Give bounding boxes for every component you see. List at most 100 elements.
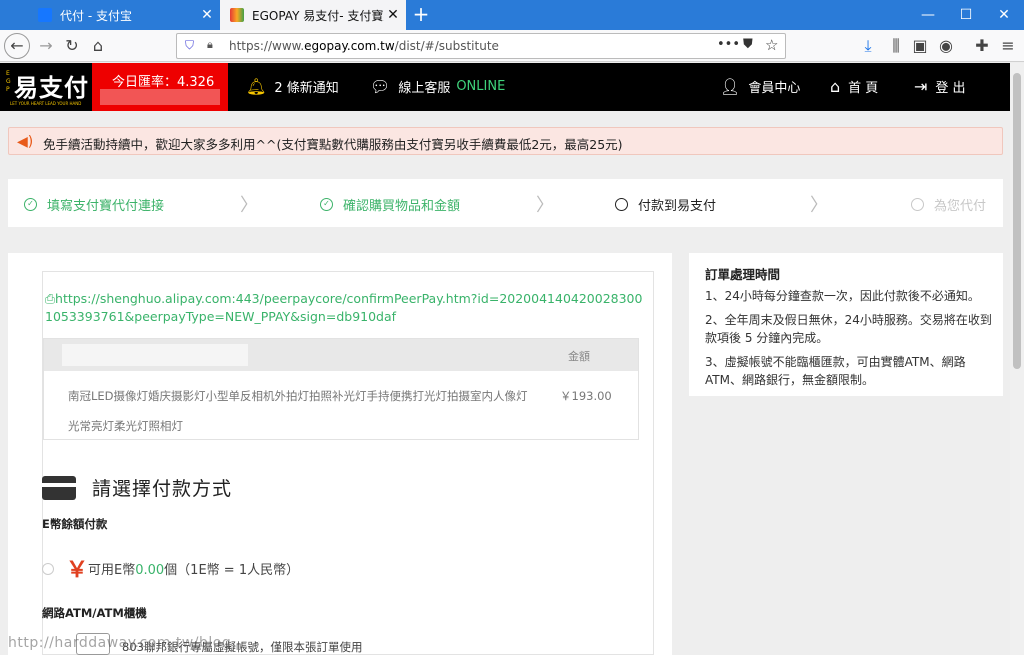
watermark: http://harddaway.com.tw/blog [8, 635, 232, 651]
order-card: ⎙https://shenghuo.alipay.com:443/peerpay… [8, 253, 672, 655]
ecoin-title: E幣餘額付款 [42, 517, 108, 531]
notifications-label: 2 條新通知 [274, 81, 339, 96]
tab-title: 代付 - 支付宝 [60, 8, 132, 23]
customer-service-label: 線上客服 [398, 81, 451, 96]
list-item: 3、虛擬帳號不能臨櫃匯款，可由實體ATM、網路ATM、網路銀行，無金額限制。 [705, 355, 966, 387]
promo-notice: ◀︎) 免手續活動持續中，歡迎大家多多利用^^(支付寶點數代購服務由支付寶另收手… [8, 127, 1003, 155]
logo-text: 易支付 [14, 74, 89, 102]
new-tab-icon[interactable]: + [410, 3, 432, 25]
star-icon[interactable]: ☆ [765, 36, 778, 54]
product-price: ￥193.00 [560, 389, 612, 403]
maximize-icon[interactable]: ☐ [956, 5, 976, 25]
close-tab-icon[interactable]: ✕ [384, 7, 402, 23]
chevron-right-icon: 〉 [240, 195, 258, 216]
processing-time-card: 訂單處理時間 1、24小時每分鐘查款一次，因此付款後不必通知。 2、全年周末及假… [689, 253, 1003, 396]
check-circle-icon: ✓ [320, 198, 333, 211]
reload-icon[interactable]: ↻ [60, 34, 84, 58]
chevron-right-icon: 〉 [536, 195, 554, 216]
browser-title-bar: 代付 - 支付宝 ✕ EGOPAY 易支付- 支付寶點數代 ✕ + — ☐ ✕ [0, 0, 1024, 30]
pocket-icon[interactable]: ⛊ [743, 37, 753, 52]
download-icon[interactable]: ⤓ [856, 34, 880, 58]
tab-alipay[interactable]: 代付 - 支付宝 ✕ [28, 0, 220, 30]
step-label: 為您代付 [934, 199, 987, 214]
link-icon: ⎙ [45, 291, 56, 306]
close-tab-icon[interactable]: ✕ [198, 7, 216, 23]
home-nav-button[interactable]: ⌂ 首 頁 [830, 77, 878, 96]
list-item: 2、全年周末及假日無休，24小時服務。交易將在收到款項後 5 分鐘內完成。 [705, 313, 992, 345]
url-text: https://www.egopay.com.tw/dist/#/substit… [229, 39, 499, 53]
home-icon[interactable]: ⌂ [86, 34, 110, 58]
user-icon: 👤︎ [720, 77, 741, 96]
home-label: 首 頁 [848, 81, 879, 96]
browser-nav-bar: ← → ↻ ⌂ ⛉ 🔒︎ https://www.egopay.com.tw/d… [0, 30, 1024, 62]
egopay-favicon-icon [230, 8, 244, 22]
step-label: 付款到易支付 [638, 199, 717, 214]
amount-header: 金額 [568, 350, 590, 363]
check-circle-icon: ✓ [24, 198, 37, 211]
egopay-logo[interactable]: EGP 易支付 LET YOUR HEART LEAD YOUR HAND [6, 68, 92, 108]
exchange-rate-label: 今日匯率：4.326 [112, 75, 215, 90]
product-table: 金額 南冠LED摄像灯婚庆摄影灯小型单反相机外拍灯拍照补光灯手持便携打光灯拍摄室… [43, 338, 639, 440]
ecoin-balance: 可用E幣0.00個（1E幣 = 1人民幣） [88, 563, 300, 578]
menu-icon[interactable]: ≡ [996, 34, 1020, 58]
yen-icon: ￥ [66, 558, 89, 583]
scrollbar-thumb[interactable] [1013, 73, 1021, 369]
customer-service-button[interactable]: 💬︎ 線上客服 ONLINE [370, 77, 505, 96]
processing-time-list: 1、24小時每分鐘查款一次，因此付款後不必通知。 2、全年周末及假日無休，24小… [705, 287, 993, 395]
order-detail-box: ⎙https://shenghuo.alipay.com:443/peerpay… [42, 271, 654, 655]
progress-steps: ✓ 填寫支付寶代付連接 〉 ✓ 確認購買物品和金額 〉 付款到易支付 〉 為您代… [8, 179, 1003, 227]
tab-title: EGOPAY 易支付- 支付寶點數代 [252, 8, 384, 23]
bell-icon: 🔔︎ [246, 77, 267, 96]
logout-label: 登 出 [935, 81, 966, 96]
alipay-favicon-icon [38, 8, 52, 22]
account-icon[interactable]: ◉ [934, 34, 958, 58]
logout-button[interactable]: ⇥ 登 出 [914, 77, 966, 96]
shield-icon[interactable]: ⛉ [185, 38, 194, 53]
member-center-label: 會員中心 [748, 81, 801, 96]
extensions-icon[interactable]: ✚ [970, 34, 994, 58]
redacted-area [100, 89, 220, 105]
step-label: 確認購買物品和金額 [343, 199, 461, 214]
list-item: 1、24小時每分鐘查款一次，因此付款後不必通知。 [705, 289, 980, 303]
minimize-icon[interactable]: — [918, 5, 938, 25]
more-icon[interactable]: ••• [717, 37, 740, 52]
redacted-area [62, 344, 248, 366]
step-3: 付款到易支付 [615, 195, 716, 214]
lock-icon[interactable]: 🔒︎ [207, 38, 213, 52]
window-close-icon[interactable]: ✕ [994, 5, 1014, 25]
library-icon[interactable]: ⫼ [884, 34, 908, 58]
ecoin-radio[interactable] [42, 563, 54, 575]
speaker-icon: ◀︎) [17, 134, 34, 150]
forward-icon[interactable]: → [34, 34, 58, 58]
house-icon: ⌂ [830, 77, 841, 96]
step-4: 為您代付 [911, 195, 986, 214]
notice-text: 免手續活動持續中，歡迎大家多多利用^^(支付寶點數代購服務由支付寶另收手續費最低… [43, 137, 623, 152]
tab-egopay[interactable]: EGOPAY 易支付- 支付寶點數代 ✕ [220, 0, 406, 30]
circle-icon [911, 198, 924, 211]
alipay-link-text: https://shenghuo.alipay.com:443/peerpayc… [45, 291, 643, 324]
exchange-rate-panel: 今日匯率：4.326 [92, 63, 228, 111]
site-header: EGP 易支付 LET YOUR HEART LEAD YOUR HAND 今日… [0, 63, 1010, 111]
step-label: 填寫支付寶代付連接 [47, 199, 165, 214]
table-header: 金額 [44, 339, 638, 371]
credit-card-icon [42, 476, 76, 500]
member-center-button[interactable]: 👤︎ 會員中心 [720, 77, 800, 96]
sidebar-icon[interactable]: ▣ [908, 34, 932, 58]
logout-icon: ⇥ [914, 77, 928, 96]
online-status: ONLINE [456, 79, 506, 94]
notifications-button[interactable]: 🔔︎ 2 條新通知 [246, 77, 339, 96]
back-icon[interactable]: ← [4, 33, 30, 59]
chevron-right-icon: 〉 [810, 195, 828, 216]
product-name: 南冠LED摄像灯婚庆摄影灯小型单反相机外拍灯拍照补光灯手持便携打光灯拍摄室内人像… [68, 389, 528, 433]
alipay-link[interactable]: ⎙https://shenghuo.alipay.com:443/peerpay… [45, 290, 645, 326]
chat-icon: 💬︎ [370, 77, 391, 96]
payment-title: 請選擇付款方式 [92, 478, 233, 500]
circle-icon [615, 198, 628, 211]
address-bar[interactable]: ⛉ 🔒︎ https://www.egopay.com.tw/dist/#/su… [176, 33, 786, 59]
step-1: ✓ 填寫支付寶代付連接 [24, 195, 164, 214]
logo-tagline: LET YOUR HEART LEAD YOUR HAND [10, 101, 82, 106]
page-scrollbar[interactable] [1010, 63, 1024, 655]
logo-side-text: EGP [6, 70, 11, 93]
atm-title: 網路ATM/ATM櫃機 [42, 606, 147, 620]
processing-time-title: 訂單處理時間 [705, 267, 781, 282]
